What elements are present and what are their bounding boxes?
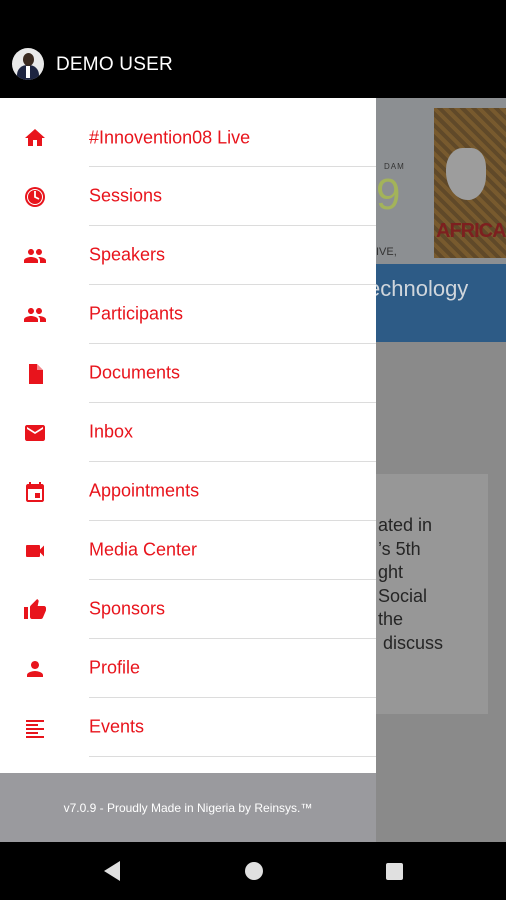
menu-item-appointments[interactable]: Appointments — [0, 462, 376, 521]
menu-item-participants[interactable]: Participants — [0, 285, 376, 344]
africa-map-icon — [446, 148, 486, 200]
system-navigation-bar — [0, 842, 506, 900]
back-button[interactable] — [98, 857, 126, 885]
drawer-header: DEMO USER — [0, 0, 506, 98]
menu-item-label: Documents — [89, 362, 181, 383]
mail-icon — [25, 425, 45, 441]
recents-button[interactable] — [380, 857, 408, 885]
menu-item-label: Profile — [89, 657, 141, 678]
drawer-menu: #Innovention08 Live Sessions Speakers Pa… — [0, 98, 376, 757]
home-circle-icon — [245, 862, 263, 880]
menu-item-label: Inbox — [89, 421, 134, 442]
menu-item-documents[interactable]: Documents — [0, 344, 376, 403]
document-icon — [29, 364, 43, 384]
menu-item-label: Media Center — [89, 539, 198, 560]
banner-number: 9 — [376, 170, 401, 219]
menu-item-sponsors[interactable]: Sponsors — [0, 580, 376, 639]
poster-text: AFRICA — [436, 220, 506, 242]
home-button[interactable] — [240, 857, 268, 885]
clock-icon — [25, 187, 45, 207]
person-icon — [27, 661, 43, 677]
list-icon — [26, 720, 44, 738]
menu-item-events[interactable]: Events — [0, 698, 376, 757]
recents-square-icon — [385, 862, 403, 880]
drawer-footer: v7.0.9 - Proudly Made in Nigeria by Rein… — [0, 773, 376, 842]
people-icon — [24, 308, 46, 322]
calendar-icon — [26, 482, 44, 502]
menu-item-label: Speakers — [89, 244, 166, 265]
menu-item-speakers[interactable]: Speakers — [0, 226, 376, 285]
menu-item-label: Sponsors — [89, 598, 166, 619]
technology-bar: echnology — [368, 264, 506, 342]
avatar-head — [23, 53, 34, 66]
version-text: v7.0.9 - Proudly Made in Nigeria by Rein… — [63, 801, 313, 815]
menu-item-innovention-live[interactable]: #Innovention08 Live — [0, 98, 376, 167]
back-triangle-icon — [104, 861, 120, 881]
menu-item-label: Participants — [89, 303, 184, 324]
menu-item-label: #Innovention08 Live — [89, 127, 251, 148]
avatar-shirt — [26, 66, 30, 78]
info-card: ated in ’s 5th ght Social the discuss — [376, 474, 488, 714]
menu-item-label: Events — [89, 716, 145, 737]
banner-small-bottom: IVE, — [376, 246, 397, 258]
menu-item-label: Appointments — [89, 480, 200, 501]
event-poster: AFRICA — [434, 108, 506, 258]
menu-item-sessions[interactable]: Sessions — [0, 167, 376, 226]
navigation-drawer: #Innovention08 Live Sessions Speakers Pa… — [0, 98, 376, 773]
user-name: DEMO USER — [56, 54, 173, 75]
divider — [89, 756, 376, 757]
menu-item-profile[interactable]: Profile — [0, 639, 376, 698]
video-camera-icon — [26, 545, 44, 557]
thumbs-up-icon — [24, 599, 46, 619]
menu-item-media-center[interactable]: Media Center — [0, 521, 376, 580]
menu-item-inbox[interactable]: Inbox — [0, 403, 376, 462]
menu-item-label: Sessions — [89, 185, 163, 206]
home-icon — [25, 129, 45, 146]
technology-bar-text: echnology — [368, 276, 469, 301]
avatar[interactable] — [12, 48, 44, 80]
people-icon — [24, 249, 46, 263]
info-card-text: ated in ’s 5th ght Social the discuss — [378, 515, 444, 653]
